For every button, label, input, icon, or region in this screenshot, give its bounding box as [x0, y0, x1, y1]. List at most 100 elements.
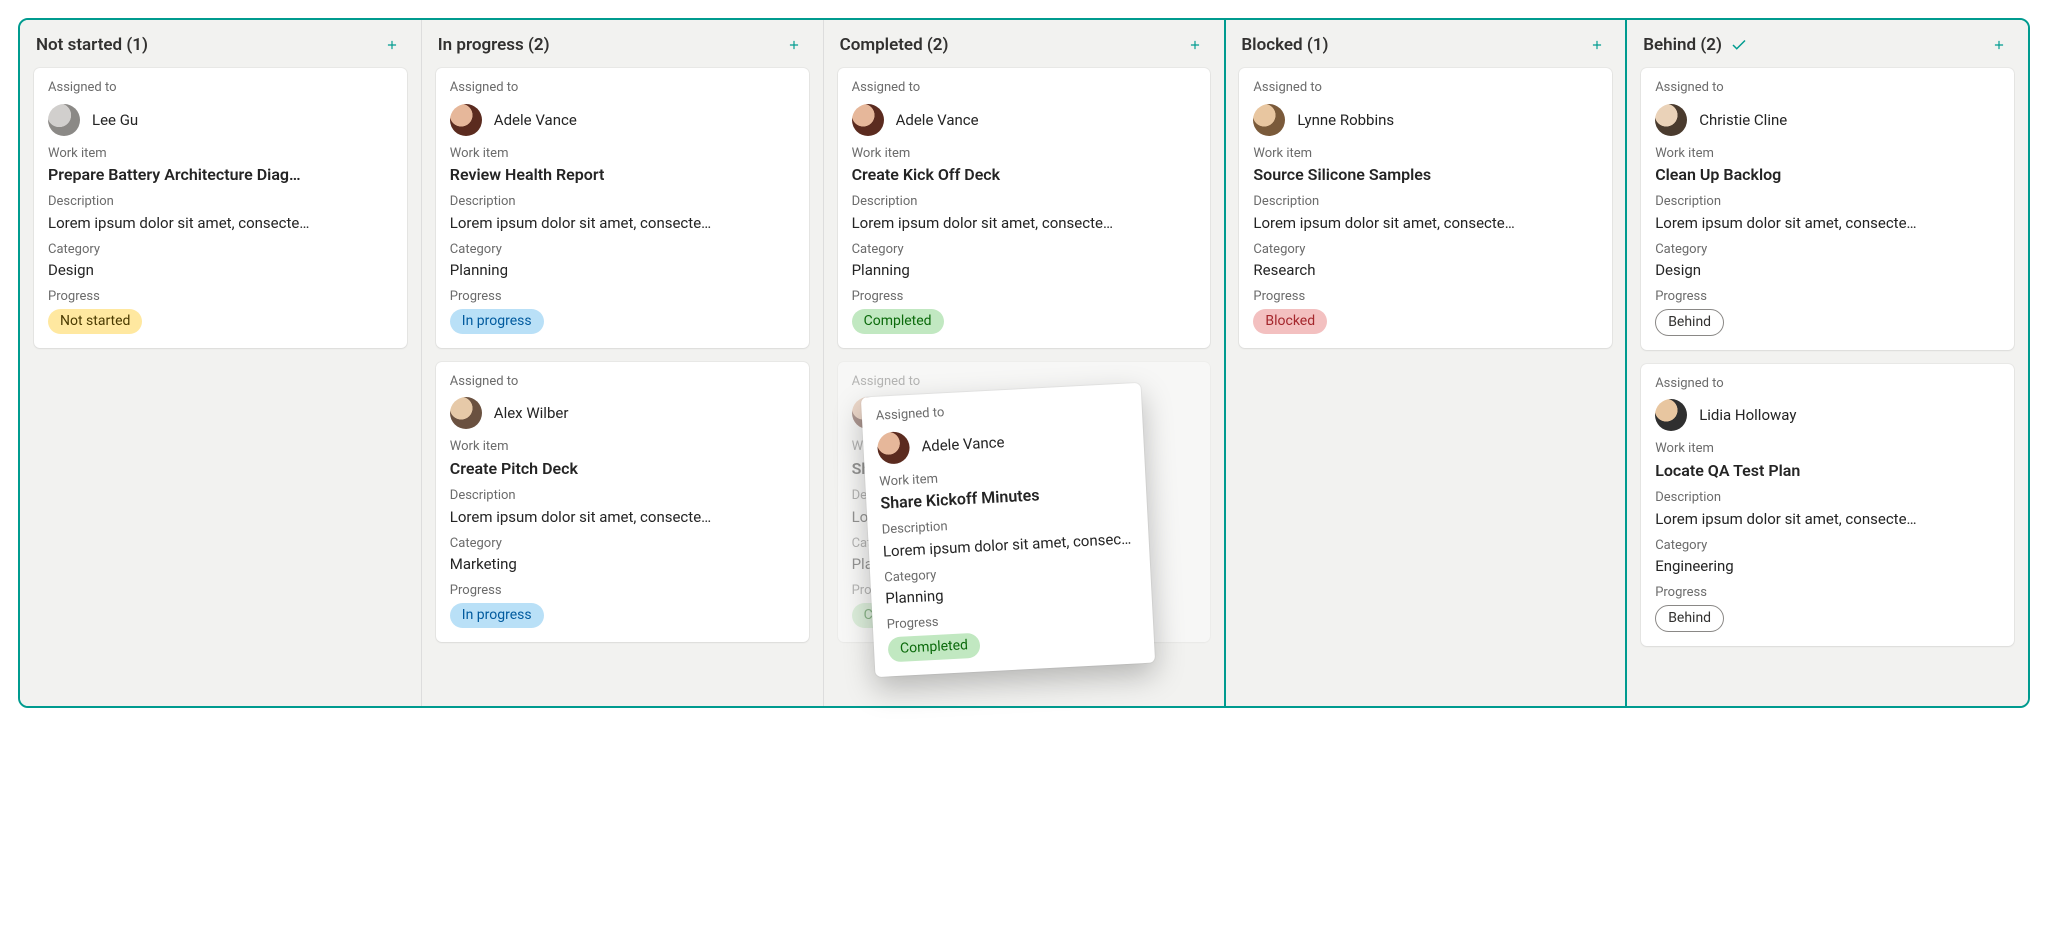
avatar: [450, 397, 482, 429]
work-item-title: Create Pitch Deck: [450, 459, 795, 478]
progress-label: Progress: [450, 289, 795, 305]
description-text: Lorem ipsum dolor sit amet, consecte…: [1655, 510, 2000, 528]
description-text: Lorem ipsum dolor sit amet, consecte…: [48, 214, 393, 232]
card-list: Assigned toLynne RobbinsWork itemSource …: [1225, 68, 1626, 362]
kanban-card[interactable]: Assigned to Adele Vance Work item Create Ki…: [838, 68, 1211, 348]
avatar: [48, 104, 80, 136]
category-label: Category: [1253, 242, 1598, 258]
category-label: Category: [1655, 538, 2000, 554]
column-header: Completed (2): [824, 20, 1225, 68]
category-label: Category: [450, 242, 795, 258]
kanban-card[interactable]: Assigned toLynne RobbinsWork itemSource …: [1239, 68, 1612, 348]
add-card-button[interactable]: [1584, 32, 1610, 58]
column-header: Behind (2): [1627, 20, 2028, 68]
work-item-label: Work item: [1655, 146, 2000, 162]
work-item-label: Work item: [48, 146, 393, 162]
category-label: Category: [450, 536, 795, 552]
status-badge: In progress: [450, 603, 544, 628]
assigned-to-label: Assigned to: [852, 374, 1197, 390]
avatar: [1655, 104, 1687, 136]
category-value: Planning: [450, 261, 795, 279]
dragging-card[interactable]: Assigned to Adele Vance Work item Share …: [861, 383, 1155, 677]
add-card-button[interactable]: [1986, 32, 2012, 58]
avatar: [450, 104, 482, 136]
kanban-card[interactable]: Assigned toLee GuWork itemPrepare Batter…: [34, 68, 407, 348]
status-badge: Behind: [1655, 309, 1724, 336]
assignee-name: Lidia Holloway: [1699, 406, 1796, 424]
assignee-name: Lee Gu: [92, 111, 138, 129]
assigned-to-label: Assigned to: [1253, 80, 1598, 96]
work-item-label: Work item: [1655, 441, 2000, 457]
assigned-to-label: Assigned to: [852, 80, 1197, 96]
category-value: Design: [1655, 261, 2000, 279]
add-card-button[interactable]: [781, 32, 807, 58]
kanban-column: In progress (2) Assigned toAdele VanceWor…: [422, 20, 824, 706]
work-item-label: Work item: [852, 146, 1197, 162]
kanban-column: Behind (2) Assigned toChristie ClineWork …: [1627, 20, 2028, 706]
status-badge: Completed: [852, 309, 944, 334]
assignee-name: Lynne Robbins: [1297, 111, 1394, 129]
assigned-to-label: Assigned to: [450, 374, 795, 390]
progress-label: Progress: [450, 583, 795, 599]
assigned-to-label: Assigned to: [1655, 80, 2000, 96]
category-value: Planning: [852, 261, 1197, 279]
card-list: Assigned toChristie ClineWork itemClean …: [1627, 68, 2028, 660]
assigned-to-label: Assigned to: [1655, 376, 2000, 392]
status-badge: In progress: [450, 309, 544, 334]
card-list: Assigned toAdele VanceWork itemReview He…: [422, 68, 823, 656]
column-title[interactable]: Behind (2): [1643, 35, 1748, 55]
column-title[interactable]: Blocked (1): [1241, 35, 1328, 55]
avatar: [852, 104, 884, 136]
description-text: Lorem ipsum dolor sit amet, consecte…: [1253, 214, 1598, 232]
category-value: Design: [48, 261, 393, 279]
work-item-title: Prepare Battery Architecture Diag…: [48, 165, 393, 184]
work-item-label: Work item: [1253, 146, 1598, 162]
work-item-title: Create Kick Off Deck: [852, 165, 1197, 184]
column-title[interactable]: Not started (1): [36, 35, 148, 55]
assignee-name: Alex Wilber: [494, 404, 569, 422]
work-item-label: Work item: [450, 439, 795, 455]
kanban-card[interactable]: Assigned toChristie ClineWork itemClean …: [1641, 68, 2014, 350]
avatar: [1253, 104, 1285, 136]
description-text: Lorem ipsum dolor sit amet, consecte…: [450, 508, 795, 526]
description-label: Description: [1655, 490, 2000, 506]
add-card-button[interactable]: [379, 32, 405, 58]
column-header: In progress (2): [422, 20, 823, 68]
progress-label: Progress: [1655, 289, 2000, 305]
category-value: Marketing: [450, 555, 795, 573]
category-value: Engineering: [1655, 557, 2000, 575]
work-item-title: Locate QA Test Plan: [1655, 461, 2000, 480]
description-text: Lorem ipsum dolor sit amet, consecte…: [450, 214, 795, 232]
kanban-card[interactable]: Assigned to Alex Wilber Work item Create Pi…: [436, 362, 809, 642]
kanban-card[interactable]: Assigned to Lidia Holloway Work item Locate…: [1641, 364, 2014, 646]
progress-label: Progress: [48, 289, 393, 305]
description-label: Description: [48, 194, 393, 210]
status-badge: Not started: [48, 309, 142, 334]
description-label: Description: [450, 488, 795, 504]
description-label: Description: [1655, 194, 2000, 210]
progress-label: Progress: [886, 605, 1138, 634]
description-label: Description: [1253, 194, 1598, 210]
status-badge: Behind: [1655, 605, 1724, 632]
progress-label: Progress: [1253, 289, 1598, 305]
column-title[interactable]: Completed (2): [840, 35, 949, 55]
category-label: Category: [1655, 242, 2000, 258]
status-badge: Completed: [887, 633, 980, 663]
work-item-title: Clean Up Backlog: [1655, 165, 2000, 184]
kanban-card[interactable]: Assigned toAdele VanceWork itemReview He…: [436, 68, 809, 348]
progress-label: Progress: [1655, 585, 2000, 601]
assignee-name: Adele Vance: [896, 111, 979, 129]
description-label: Description: [450, 194, 795, 210]
checkmark-icon: [1730, 36, 1748, 54]
avatar: [1655, 399, 1687, 431]
add-card-button[interactable]: [1182, 32, 1208, 58]
assignee-name: Adele Vance: [921, 433, 1005, 455]
column-header: Blocked (1): [1225, 20, 1626, 68]
kanban-column: Blocked (1) Assigned to Lynne Robbins Work …: [1225, 20, 1627, 706]
kanban-column: Not started (1)Assigned toLee GuWork ite…: [20, 20, 422, 706]
category-label: Category: [48, 242, 393, 258]
card-list: Assigned toLee GuWork itemPrepare Batter…: [20, 68, 421, 362]
column-title[interactable]: In progress (2): [438, 35, 550, 55]
status-badge: Blocked: [1253, 309, 1327, 334]
description-text: Lorem ipsum dolor sit amet, consecte…: [1655, 214, 2000, 232]
